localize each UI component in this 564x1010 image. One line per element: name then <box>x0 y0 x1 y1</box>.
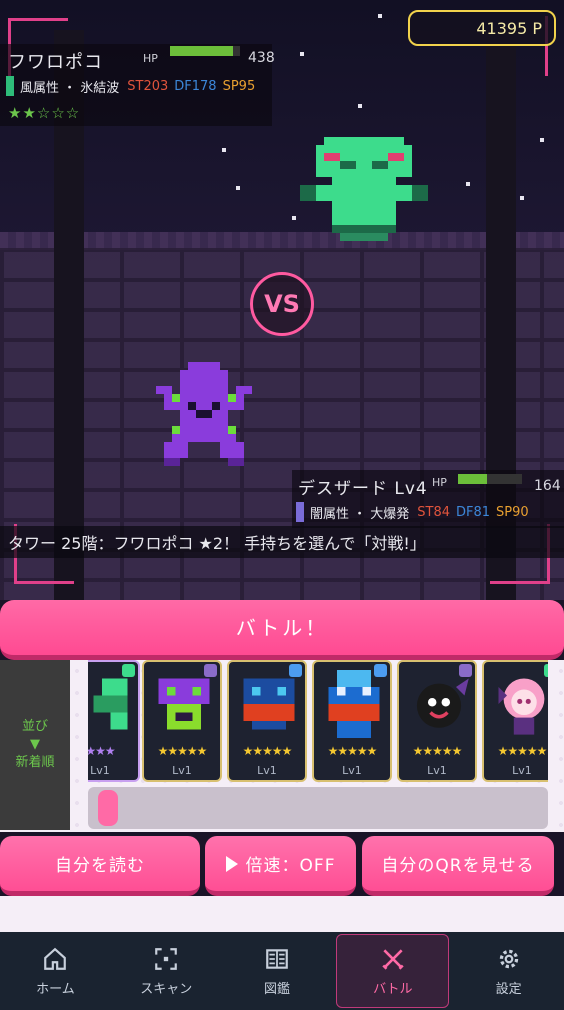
monster-thumbnail <box>498 678 545 735</box>
enemy-df: DF178 <box>174 78 217 94</box>
tab-book-label: 図鑑 <box>263 981 290 997</box>
ally-attribute: 闇属性 ・ 大爆発 <box>310 506 410 522</box>
footer-spacer <box>0 896 564 932</box>
enemy-attribute: 風属性 ・ 氷結波 <box>20 80 120 96</box>
gear-icon <box>499 949 518 968</box>
monster-card[interactable]: ★★★★★ Lv1 <box>482 660 548 782</box>
card-level: Lv1 <box>427 764 447 777</box>
show-qr-button[interactable]: 自分のQRを見せる <box>362 836 554 896</box>
monster-roster: 並び ▼ 新着順 ★★★ Lv1 ★★★★★ Lv1 ★★★★★ Lv1 ★★★… <box>0 660 564 832</box>
card-level: Lv1 <box>172 764 192 777</box>
ally-monster-sprite <box>156 362 252 466</box>
bottom-tab-bar: ホーム スキャン 図鑑 バトル 設定 <box>0 932 564 1010</box>
monster-thumbnail <box>158 678 210 730</box>
sort-arrow-icon: ▼ <box>30 737 40 752</box>
card-rarity: ★★★★★ <box>412 744 463 758</box>
battle-button[interactable]: バトル！ <box>0 600 564 660</box>
home-icon <box>44 947 67 970</box>
monster-card[interactable]: ★★★★★ Lv1 <box>312 660 392 782</box>
card-level: Lv1 <box>342 764 362 777</box>
star <box>520 196 524 200</box>
star <box>236 186 240 190</box>
enemy-st: ST203 <box>127 78 169 94</box>
enemy-hp-fill <box>170 46 233 56</box>
star <box>466 182 470 186</box>
tab-home[interactable]: ホーム <box>0 932 111 1010</box>
card-level: Lv1 <box>90 764 110 777</box>
card-rarity: ★★★★★ <box>327 744 378 758</box>
type-badge <box>374 664 387 677</box>
monster-thumbnail <box>328 670 380 738</box>
points-counter: 41395 P <box>408 10 556 46</box>
scan-icon <box>155 947 178 970</box>
play-icon <box>225 855 238 872</box>
star <box>540 138 544 142</box>
star <box>300 52 304 56</box>
enemy-hp-label: HP <box>143 52 158 65</box>
wind-attribute-tag <box>6 76 14 96</box>
tab-book[interactable]: 図鑑 <box>222 932 333 1010</box>
type-badge <box>544 664 548 677</box>
vs-emblem: VS <box>250 272 314 336</box>
sort-order-button[interactable]: 並び ▼ 新着順 <box>0 660 70 830</box>
star <box>292 216 296 220</box>
show-qr-label: 自分のQRを見せる <box>381 856 535 876</box>
ally-hp-label: HP <box>432 476 447 489</box>
book-icon <box>266 948 288 969</box>
enemy-hp-value: 438 <box>248 50 275 66</box>
scrollbar-thumb[interactable] <box>98 790 118 826</box>
ally-sp: SP90 <box>496 504 529 520</box>
star <box>358 104 362 108</box>
monster-thumbnail <box>416 678 469 728</box>
card-rarity: ★★★★★ <box>497 744 548 758</box>
sort-label: 並び <box>21 719 48 734</box>
speed-toggle-button[interactable]: 倍速：OFF <box>205 836 356 896</box>
enemy-rarity-stars: ★★☆☆☆ <box>8 104 81 122</box>
enemy-hp-bar <box>170 46 240 56</box>
monster-thumbnail <box>93 678 128 730</box>
star <box>222 148 226 152</box>
monster-card[interactable]: ★★★★★ Lv1 <box>227 660 307 782</box>
tab-battle-label: バトル <box>373 981 413 997</box>
card-level: Lv1 <box>512 764 532 777</box>
type-badge <box>459 664 472 677</box>
battle-icon <box>382 948 404 970</box>
enemy-status-panel: フワロポコ HP 438 風属性 ・ 氷結波 ST203 DF178 SP95 … <box>0 44 275 126</box>
tab-home-label: ホーム <box>36 981 75 997</box>
type-badge <box>204 664 217 677</box>
ally-status-panel: デスザード Lv4 HP 164 闇属性 ・ 大爆発 ST84 DF81 SP9… <box>292 470 564 528</box>
ally-hp-bar <box>458 474 522 484</box>
read-self-button[interactable]: 自分を読む <box>0 836 200 896</box>
card-rarity: ★★★★★ <box>157 744 208 758</box>
ally-st: ST84 <box>417 504 451 520</box>
monster-card[interactable]: ★★★★★ Lv1 <box>397 660 477 782</box>
tab-scan[interactable]: スキャン <box>111 932 222 1010</box>
tab-battle[interactable]: バトル <box>336 934 450 1008</box>
tab-settings[interactable]: 設定 <box>453 932 564 1010</box>
read-self-label: 自分を読む <box>55 856 145 876</box>
ally-hp-fill <box>458 474 487 484</box>
enemy-sp: SP95 <box>222 78 256 94</box>
monster-card[interactable]: ★★★ Lv1 <box>88 660 140 782</box>
star <box>378 14 382 18</box>
battle-message: タワー 25階：フワロポコ ★2！ 手持ちを選んで「対戦!」 <box>0 526 564 558</box>
ally-df: DF81 <box>456 504 491 520</box>
speed-label: 倍速：OFF <box>245 856 336 876</box>
ally-hp-value: 164 <box>534 478 561 494</box>
card-rarity: ★★★★★ <box>242 744 293 758</box>
tab-scan-label: スキャン <box>140 981 193 997</box>
roster-scrollbar[interactable] <box>88 787 548 829</box>
type-badge <box>122 664 135 677</box>
sort-value: 新着順 <box>15 755 55 770</box>
dark-attribute-tag <box>296 502 304 522</box>
card-level: Lv1 <box>257 764 277 777</box>
card-rarity: ★★★ <box>88 744 116 758</box>
type-badge <box>289 664 302 677</box>
enemy-monster-sprite <box>300 137 428 241</box>
monster-thumbnail <box>243 678 295 730</box>
tab-settings-label: 設定 <box>495 981 522 997</box>
monster-card-list[interactable]: ★★★ Lv1 ★★★★★ Lv1 ★★★★★ Lv1 ★★★★★ Lv1 ★★… <box>88 660 548 784</box>
monster-card[interactable]: ★★★★★ Lv1 <box>142 660 222 782</box>
